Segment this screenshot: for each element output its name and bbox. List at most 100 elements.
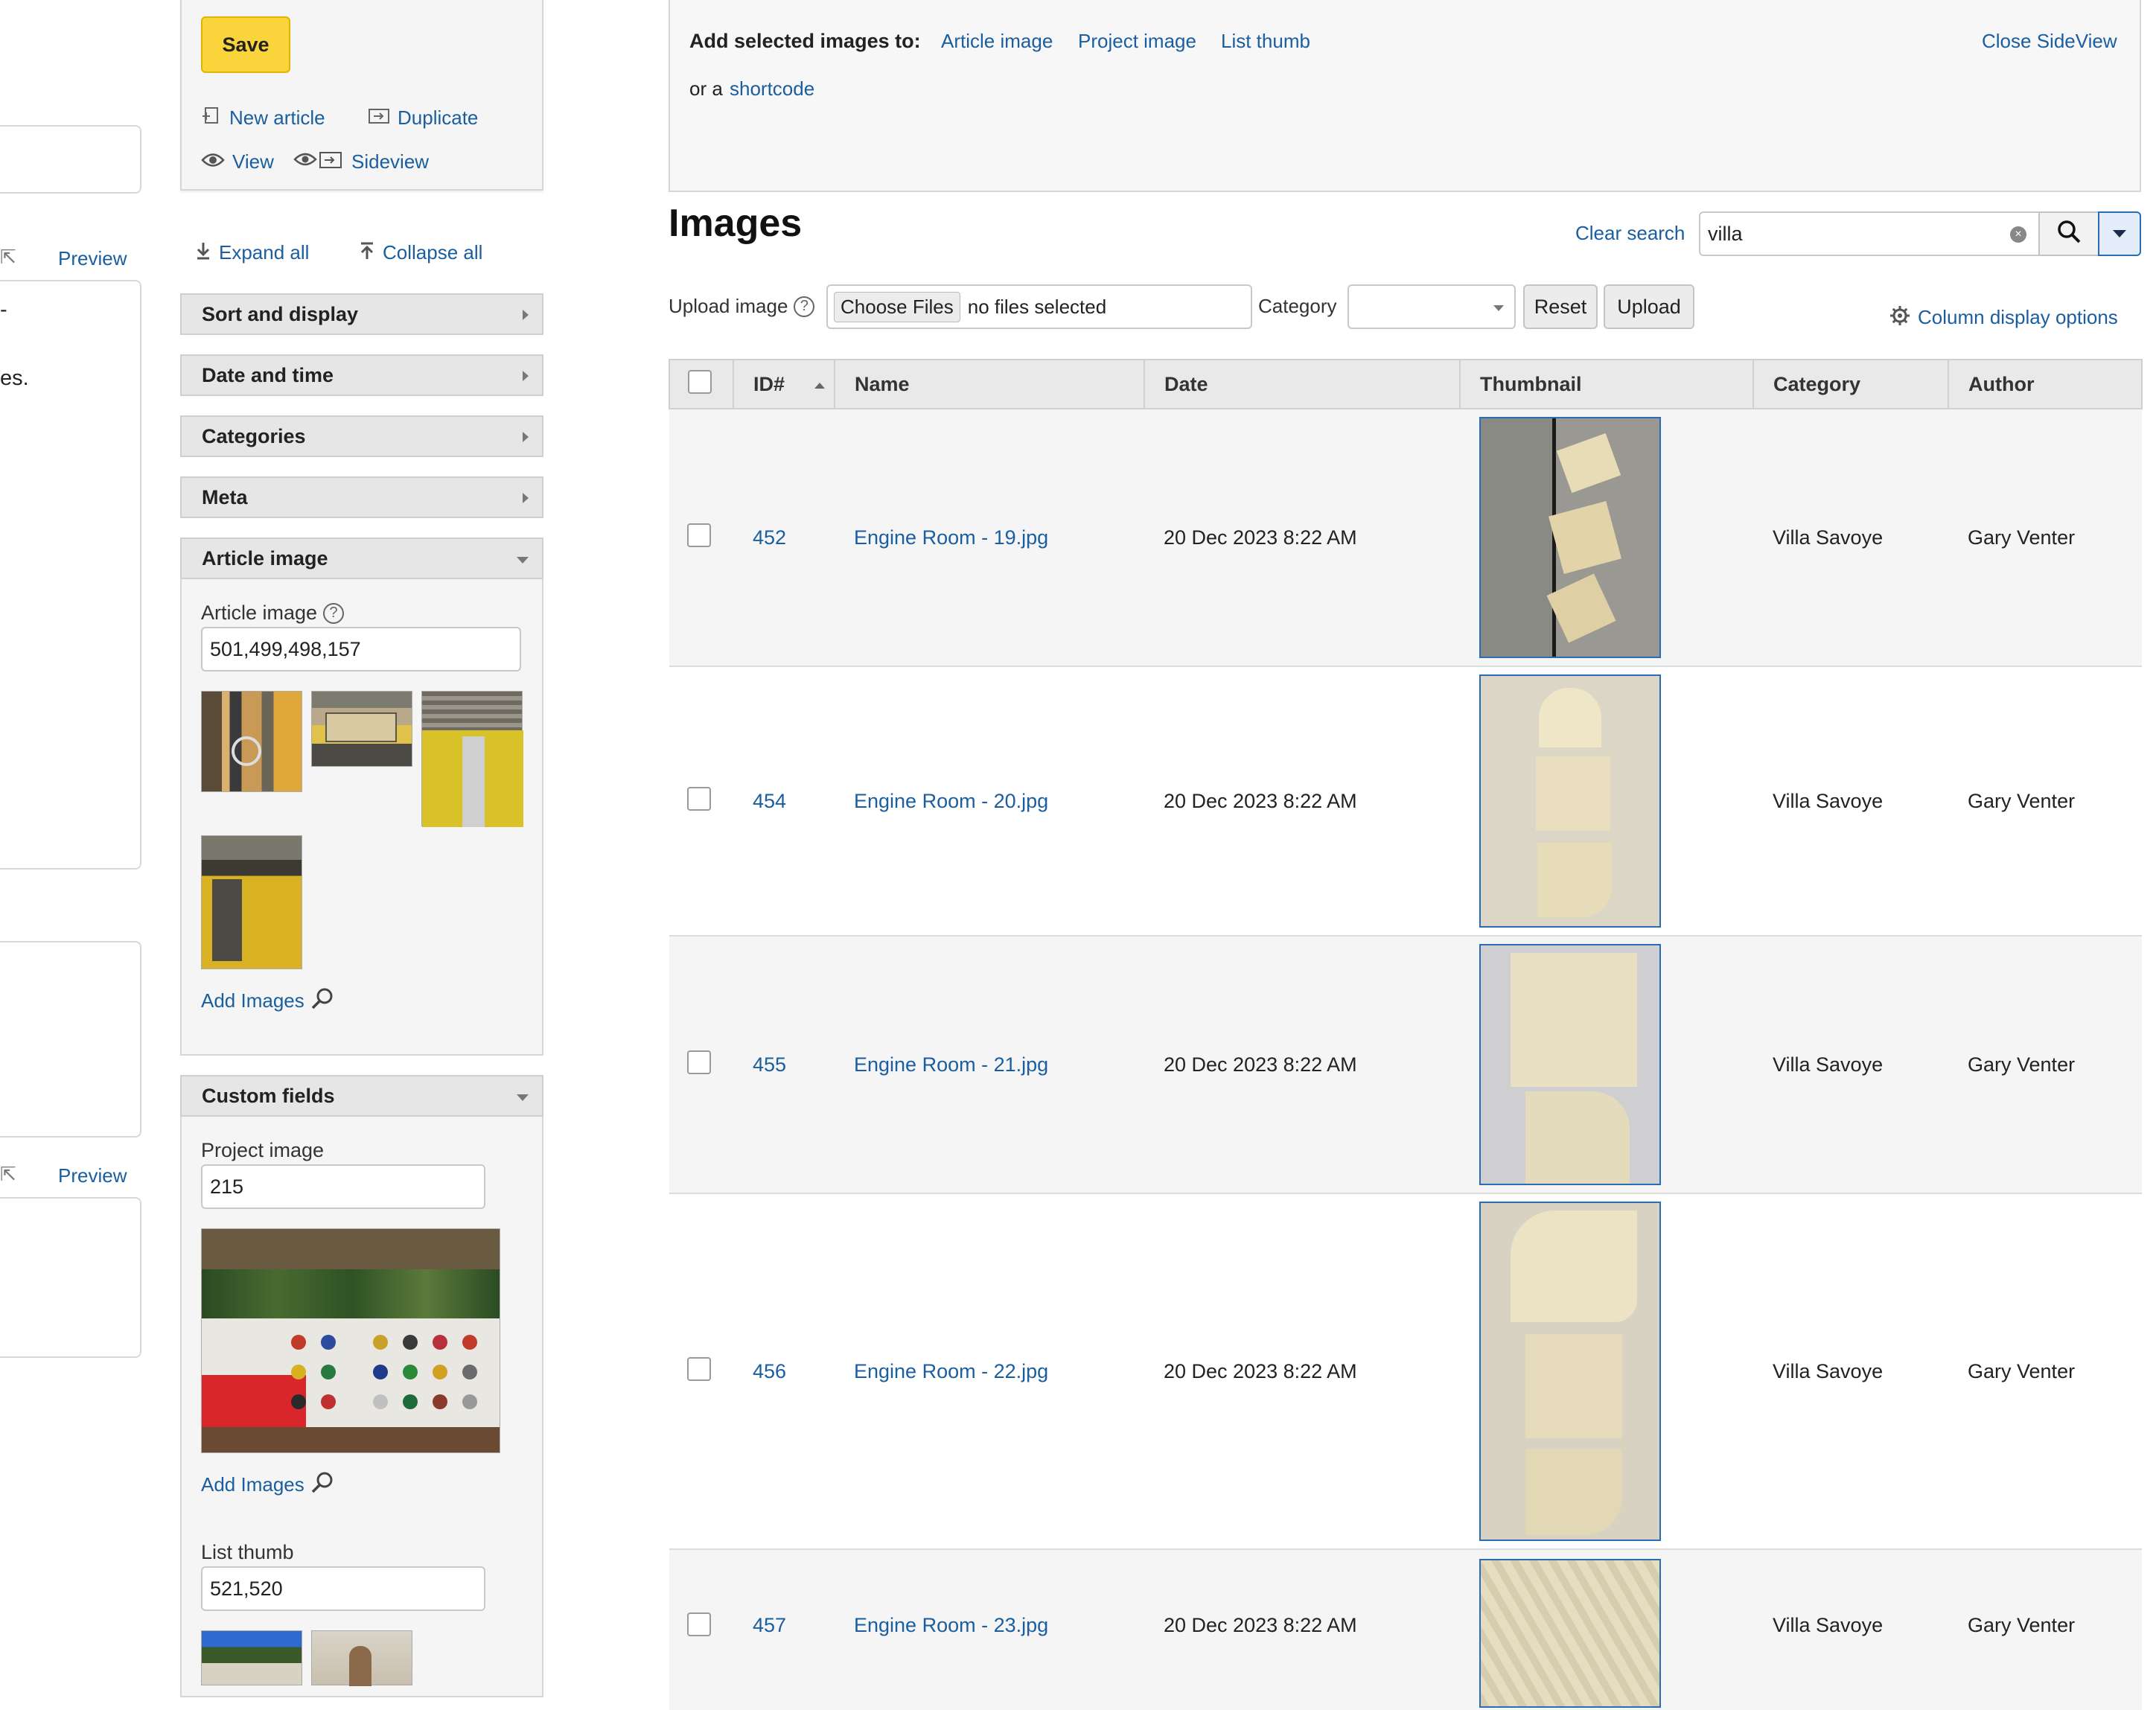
chevron-right-icon: [523, 493, 529, 503]
new-article-link[interactable]: New article: [201, 106, 325, 130]
categories-header[interactable]: Categories: [180, 415, 543, 457]
external-link-icon[interactable]: ⇱: [0, 246, 16, 269]
row-id-link[interactable]: 457: [753, 1614, 786, 1636]
file-input[interactable]: Choose Files no files selected: [826, 284, 1252, 329]
target-project-image[interactable]: Project image: [1078, 30, 1196, 53]
target-article-image[interactable]: Article image: [941, 30, 1053, 53]
new-article-icon: [201, 106, 222, 130]
date-and-time-header[interactable]: Date and time: [180, 354, 543, 396]
column-header-id[interactable]: ID#: [733, 359, 835, 409]
row-thumbnail[interactable]: [1479, 944, 1661, 1185]
help-icon[interactable]: ?: [323, 602, 345, 624]
search-options-dropdown[interactable]: [2098, 211, 2141, 256]
table-row[interactable]: 454 Engine Room - 20.jpg 20 Dec 2023 8:2…: [669, 666, 2142, 936]
row-thumbnail[interactable]: [1479, 417, 1661, 658]
custom-fields-header[interactable]: Custom fields: [180, 1075, 543, 1117]
row-thumbnail[interactable]: [1479, 1202, 1661, 1541]
table-row[interactable]: 457 Engine Room - 23.jpg 20 Dec 2023 8:2…: [669, 1548, 2142, 1710]
add-images-link-2[interactable]: Add Images: [201, 1471, 334, 1499]
upload-button[interactable]: Upload: [1604, 284, 1694, 329]
article-thumb-4[interactable]: [201, 835, 302, 969]
left-editor-box-2[interactable]: [0, 941, 141, 1138]
select-all-checkbox[interactable]: [688, 369, 712, 394]
row-thumbnail[interactable]: [1479, 674, 1661, 928]
shortcode-link[interactable]: shortcode: [730, 77, 814, 101]
column-header-category[interactable]: Category: [1752, 359, 1949, 409]
list-thumb-2[interactable]: [311, 1630, 412, 1686]
reset-button[interactable]: Reset: [1523, 284, 1598, 329]
external-link-icon[interactable]: ⇱: [0, 1163, 16, 1186]
article-thumb-2[interactable]: [311, 691, 412, 767]
duplicate-link[interactable]: Duplicate: [368, 106, 478, 130]
row-name-link[interactable]: Engine Room - 20.jpg: [854, 790, 1048, 812]
article-thumb-1[interactable]: [201, 691, 302, 792]
search-input[interactable]: villa ×: [1699, 211, 2040, 256]
meta-header[interactable]: Meta: [180, 476, 543, 518]
category-label: Category: [1258, 295, 1337, 317]
target-list-thumb[interactable]: List thumb: [1221, 30, 1310, 53]
row-checkbox[interactable]: [687, 1612, 711, 1636]
column-header-author[interactable]: Author: [1948, 359, 2143, 409]
choose-files-button[interactable]: Choose Files: [834, 291, 960, 322]
column-display-options-link[interactable]: Column display options: [1889, 305, 2118, 330]
table-row[interactable]: 456 Engine Room - 22.jpg 20 Dec 2023 8:2…: [669, 1193, 2142, 1549]
search-button[interactable]: [2038, 211, 2099, 256]
clear-search-link[interactable]: Clear search: [1575, 222, 1685, 245]
row-name-link[interactable]: Engine Room - 22.jpg: [854, 1360, 1048, 1382]
row-id-link[interactable]: 456: [753, 1360, 786, 1382]
sideview-icon: [293, 150, 345, 173]
eye-icon: [201, 152, 225, 172]
row-checkbox[interactable]: [687, 1356, 711, 1381]
help-icon[interactable]: ?: [794, 296, 815, 317]
row-checkbox[interactable]: [687, 523, 711, 547]
row-id-link[interactable]: 455: [753, 1053, 786, 1076]
clear-input-icon[interactable]: ×: [2010, 226, 2026, 243]
row-name-link[interactable]: Engine Room - 21.jpg: [854, 1053, 1048, 1076]
row-name-link[interactable]: Engine Room - 23.jpg: [854, 1614, 1048, 1636]
chevron-right-icon: [523, 371, 529, 381]
row-id-link[interactable]: 454: [753, 790, 786, 812]
table-row[interactable]: 452 Engine Room - 19.jpg 20 Dec 2023 8:2…: [669, 408, 2142, 666]
list-thumb-1[interactable]: [201, 1630, 302, 1685]
article-image-header[interactable]: Article image: [180, 537, 543, 579]
collapse-all-link[interactable]: Collapse all: [359, 241, 482, 264]
preview-link-2[interactable]: Preview: [58, 1164, 127, 1187]
sort-and-display-header[interactable]: Sort and display: [180, 293, 543, 335]
row-thumbnail[interactable]: [1479, 1559, 1661, 1708]
view-link[interactable]: View: [201, 150, 274, 173]
row-category: Villa Savoye: [1753, 935, 1948, 1193]
article-thumb-3[interactable]: [421, 691, 523, 827]
category-select[interactable]: [1348, 284, 1516, 329]
row-category: Villa Savoye: [1753, 408, 1948, 666]
expand-all-link[interactable]: Expand all: [195, 241, 309, 264]
column-header-name[interactable]: Name: [834, 359, 1145, 409]
article-image-input[interactable]: 501,499,498,157: [201, 627, 521, 671]
row-name-link[interactable]: Engine Room - 19.jpg: [854, 526, 1048, 549]
column-header-date[interactable]: Date: [1144, 359, 1461, 409]
row-checkbox[interactable]: [687, 786, 711, 811]
add-images-link-1[interactable]: Add Images: [201, 987, 334, 1015]
row-checkbox[interactable]: [687, 1050, 711, 1074]
no-files-text: no files selected: [967, 295, 1107, 318]
close-sideview-link[interactable]: Close SideView: [1982, 30, 2117, 53]
sort-ascending-icon: [814, 383, 825, 389]
chevron-down-icon: [2113, 230, 2126, 237]
save-button[interactable]: Save: [201, 16, 290, 73]
project-image-input[interactable]: 215: [201, 1164, 485, 1209]
left-editor-box-3[interactable]: [0, 1197, 141, 1358]
left-text-dash: -: [0, 298, 7, 322]
list-thumb-input[interactable]: 521,520: [201, 1566, 485, 1611]
row-category: Villa Savoye: [1753, 1193, 1948, 1549]
left-field-box-1[interactable]: [0, 125, 141, 194]
search-icon: [310, 987, 334, 1015]
left-text-fragment: es.: [0, 366, 29, 390]
preview-link-1[interactable]: Preview: [58, 247, 127, 270]
expand-icon: [195, 241, 211, 264]
or-a-label: or a: [689, 77, 723, 100]
table-row[interactable]: 455 Engine Room - 21.jpg 20 Dec 2023 8:2…: [669, 935, 2142, 1193]
project-image-thumb[interactable]: [201, 1228, 500, 1453]
row-id-link[interactable]: 452: [753, 526, 786, 549]
row-date: 20 Dec 2023 8:22 AM: [1144, 935, 1460, 1193]
duplicate-icon: [368, 106, 392, 130]
sideview-link[interactable]: Sideview: [293, 150, 429, 173]
